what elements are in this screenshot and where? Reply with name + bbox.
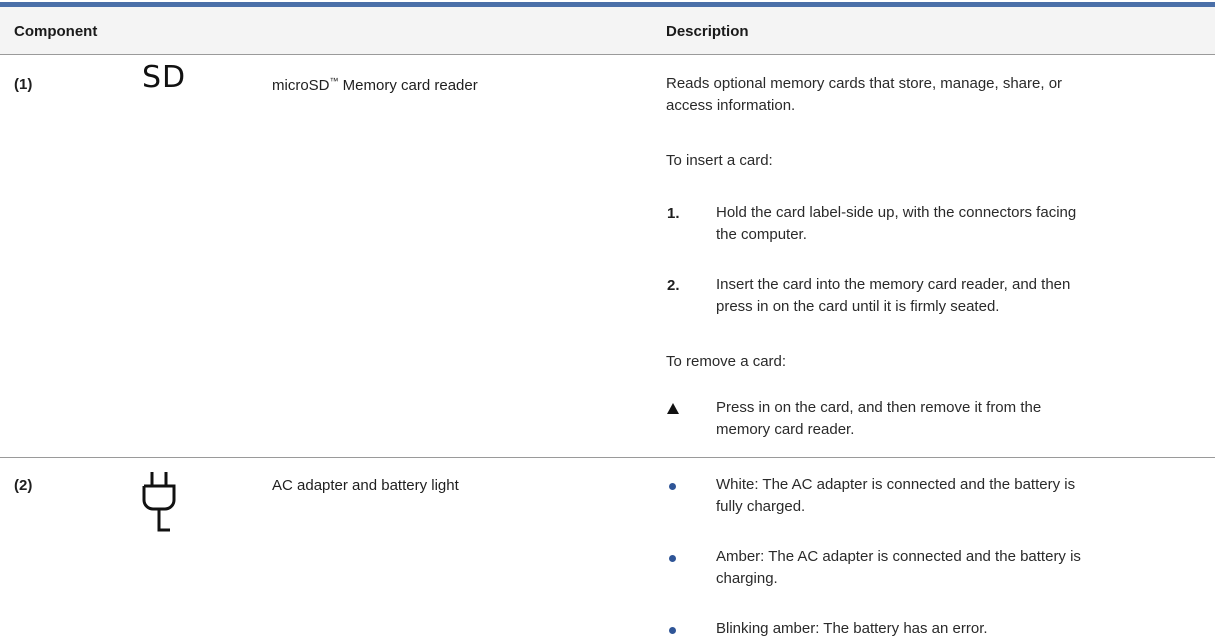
component-name: microSD™ Memory card reader bbox=[272, 76, 478, 94]
bullet-line: Blinking amber: The battery has an error… bbox=[716, 620, 988, 637]
description-intro: Reads optional memory cards that store, … bbox=[666, 73, 1062, 117]
name-suffix: Memory card reader bbox=[338, 77, 478, 94]
ac-plug-icon bbox=[142, 472, 176, 532]
desc-line: Reads optional memory cards that store, … bbox=[666, 75, 1063, 92]
bullet-line: charging. bbox=[716, 570, 778, 587]
bullet-dot bbox=[669, 555, 676, 562]
name-prefix: microSD bbox=[272, 77, 330, 94]
insert-heading: To insert a card: bbox=[666, 152, 773, 169]
header-description: Description bbox=[666, 23, 749, 40]
row-divider bbox=[0, 457, 1215, 458]
bullet-text: Amber: The AC adapter is connected and t… bbox=[716, 546, 1081, 590]
triangle-bullet-icon bbox=[667, 403, 679, 414]
component-name: AC adapter and battery light bbox=[272, 477, 459, 494]
remove-step-text: Press in on the card, and then remove it… bbox=[716, 397, 1041, 441]
bullet-line: Amber: The AC adapter is connected and t… bbox=[716, 548, 1081, 565]
bullet-line: White: The AC adapter is connected and t… bbox=[716, 476, 1076, 493]
header-component: Component bbox=[14, 23, 98, 40]
row-number: (1) bbox=[14, 76, 33, 93]
row-number: (2) bbox=[14, 477, 33, 494]
step-line: press in on the card until it is firmly … bbox=[716, 298, 1000, 315]
step-line: Hold the card label-side up, with the co… bbox=[716, 204, 1077, 221]
desc-line: access information. bbox=[666, 97, 796, 114]
step-text: Insert the card into the memory card rea… bbox=[716, 274, 1070, 318]
step-line: Insert the card into the memory card rea… bbox=[716, 276, 1071, 293]
step-line: the computer. bbox=[716, 226, 807, 243]
remove-heading: To remove a card: bbox=[666, 353, 787, 370]
step-line: Press in on the card, and then remove it… bbox=[716, 399, 1042, 416]
step-marker: 1. bbox=[667, 205, 680, 222]
table-header: Component Description bbox=[0, 7, 1215, 55]
step-text: Hold the card label-side up, with the co… bbox=[716, 202, 1076, 246]
sd-card-icon: SD bbox=[142, 60, 187, 95]
step-marker: 2. bbox=[667, 277, 680, 294]
step-line: memory card reader. bbox=[716, 421, 855, 438]
bullet-dot bbox=[669, 483, 676, 490]
bullet-line: fully charged. bbox=[716, 498, 806, 515]
bullet-text: White: The AC adapter is connected and t… bbox=[716, 474, 1075, 518]
bullet-dot bbox=[669, 627, 676, 634]
trademark-symbol: ™ bbox=[329, 76, 339, 86]
bullet-text: Blinking amber: The battery has an error… bbox=[716, 618, 988, 640]
